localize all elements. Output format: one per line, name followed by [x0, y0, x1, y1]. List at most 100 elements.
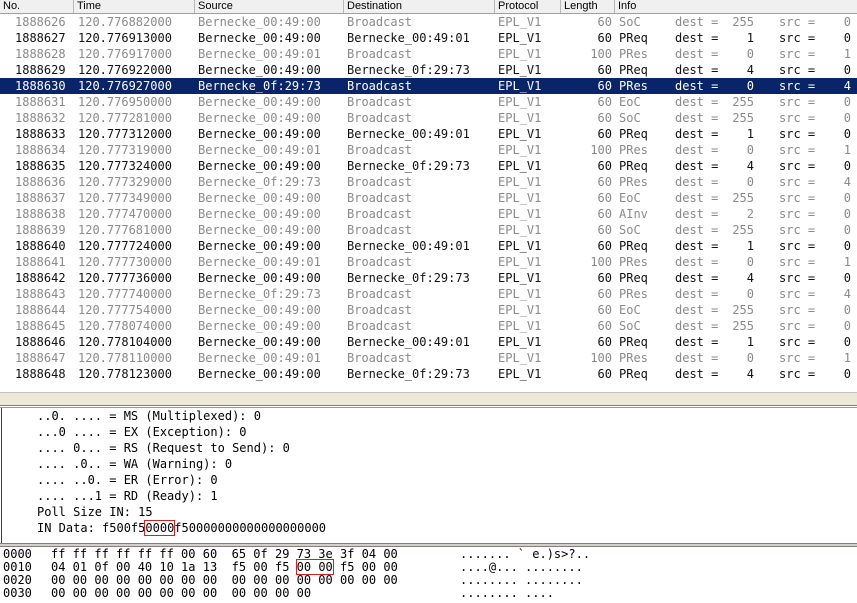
packet-row[interactable]: 1888634 120.777319000 Bernecke_00:49:01 Bro…: [0, 142, 857, 158]
cell-source: Bernecke_00:49:01: [198, 255, 321, 269]
detail-line[interactable]: ...0 .... = EX (Exception): 0: [37, 424, 247, 440]
cell-info-src-label: src =: [779, 79, 816, 93]
cell-protocol: EPL_V1: [498, 175, 542, 189]
detail-line[interactable]: .... 0... = RS (Request to Send): 0: [37, 440, 290, 456]
packet-row[interactable]: 1888642 120.777736000 Bernecke_00:49:00 Ber…: [0, 270, 857, 286]
detail-line[interactable]: ..0. .... = MS (Multiplexed): 0: [37, 408, 261, 424]
cell-destination: Broadcast: [347, 95, 413, 109]
cell-info-dest-label: dest =: [675, 335, 719, 349]
packet-bytes-pane[interactable]: 0000 ff ff ff ff ff ff 00 60 65 0f 29 73 …: [0, 547, 857, 603]
packet-row[interactable]: 1888627 120.776913000 Bernecke_00:49:00 Ber…: [0, 30, 857, 46]
column-header-time[interactable]: Time: [74, 0, 195, 13]
cell-length: 60: [597, 31, 612, 45]
cell-source: Bernecke_00:49:00: [198, 127, 321, 141]
cell-info-src-label: src =: [779, 207, 816, 221]
cell-info-src-value: 4: [843, 175, 851, 189]
packet-row[interactable]: 1888626 120.776882000 Bernecke_00:49:00 Bro…: [0, 14, 857, 30]
column-header-destination[interactable]: Destination: [344, 0, 495, 13]
cell-info-dest-value: 1: [746, 127, 754, 141]
cell-length: 100: [590, 47, 612, 61]
column-header-protocol[interactable]: Protocol: [495, 0, 561, 13]
packet-row[interactable]: 1888644 120.777754000 Bernecke_00:49:00 Bro…: [0, 302, 857, 318]
cell-info-src-value: 0: [843, 335, 851, 349]
cell-info-src-label: src =: [779, 63, 816, 77]
cell-protocol: EPL_V1: [498, 63, 542, 77]
cell-info-dest-label: dest =: [675, 143, 719, 157]
cell-no: 1888629: [15, 63, 66, 77]
packet-details-pane[interactable]: ..0. .... = MS (Multiplexed): 0 ...0 ....…: [0, 407, 857, 544]
cell-info-type: EoC: [619, 191, 641, 205]
cell-info-dest-value: 0: [746, 79, 754, 93]
cell-source: Bernecke_00:49:00: [198, 239, 321, 253]
packet-row[interactable]: 1888646 120.778104000 Bernecke_00:49:00 Ber…: [0, 334, 857, 350]
packet-row[interactable]: 1888647 120.778110000 Bernecke_00:49:01 Bro…: [0, 350, 857, 366]
hex-ascii: ........ ....: [460, 586, 554, 600]
cell-destination: Broadcast: [347, 191, 413, 205]
packet-row[interactable]: 1888641 120.777730000 Bernecke_00:49:01 Bro…: [0, 254, 857, 270]
cell-info-src-label: src =: [779, 47, 816, 61]
cell-protocol: EPL_V1: [498, 367, 542, 381]
packet-row[interactable]: 1888638 120.777470000 Bernecke_00:49:00 Bro…: [0, 206, 857, 222]
detail-line[interactable]: .... ...1 = RD (Ready): 1: [37, 488, 218, 504]
cell-no: 1888628: [15, 47, 66, 61]
cell-info-type: PReq: [619, 239, 648, 253]
cell-time: 120.777329000: [78, 175, 172, 189]
cell-info-src-label: src =: [779, 287, 816, 301]
column-header-source[interactable]: Source: [195, 0, 344, 13]
cell-source: Bernecke_00:49:00: [198, 63, 321, 77]
packet-list[interactable]: 1888626 120.776882000 Bernecke_00:49:00 Bro…: [0, 14, 857, 392]
detail-line-in-data[interactable]: IN Data: f500f50000f50000000000000000000: [37, 520, 326, 536]
cell-protocol: EPL_V1: [498, 287, 542, 301]
cell-protocol: EPL_V1: [498, 303, 542, 317]
packet-row[interactable]: 1888637 120.777349000 Bernecke_00:49:00 Bro…: [0, 190, 857, 206]
detail-line[interactable]: Poll Size IN: 15: [37, 504, 153, 520]
cell-length: 60: [597, 191, 612, 205]
cell-info-src-label: src =: [779, 31, 816, 45]
cell-info-dest-label: dest =: [675, 255, 719, 269]
packet-row[interactable]: 1888633 120.777312000 Bernecke_00:49:00 Ber…: [0, 126, 857, 142]
cell-destination: Broadcast: [347, 303, 413, 317]
packet-row[interactable]: 1888636 120.777329000 Bernecke_0f:29:73 Bro…: [0, 174, 857, 190]
cell-no: 1888648: [15, 367, 66, 381]
cell-no: 1888644: [15, 303, 66, 317]
packet-row[interactable]: 1888648 120.778123000 Bernecke_00:49:00 Ber…: [0, 366, 857, 382]
tree-guide-line: [1, 408, 2, 544]
packet-row[interactable]: 1888645 120.778074000 Bernecke_00:49:00 Bro…: [0, 318, 857, 334]
column-header-no[interactable]: No.: [0, 0, 74, 13]
cell-info-src-label: src =: [779, 175, 816, 189]
cell-time: 120.778110000: [78, 351, 172, 365]
packet-row[interactable]: 1888631 120.776950000 Bernecke_00:49:00 Bro…: [0, 94, 857, 110]
packet-row[interactable]: 1888640 120.777724000 Bernecke_00:49:00 Ber…: [0, 238, 857, 254]
in-data-label: IN Data:: [37, 521, 103, 535]
column-header-length[interactable]: Length: [561, 0, 615, 13]
cell-info-dest-value: 255: [732, 303, 754, 317]
packet-row[interactable]: 1888635 120.777324000 Bernecke_00:49:00 Ber…: [0, 158, 857, 174]
cell-info-dest-label: dest =: [675, 31, 719, 45]
packet-row[interactable]: 1888628 120.776917000 Bernecke_00:49:01 Bro…: [0, 46, 857, 62]
detail-line[interactable]: .... ..0. = ER (Error): 0: [37, 472, 218, 488]
in-data-highlight: 0000: [144, 520, 176, 536]
cell-info-src-value: 0: [843, 303, 851, 317]
cell-info-dest-value: 0: [746, 47, 754, 61]
cell-destination: Broadcast: [347, 287, 413, 301]
cell-info-dest-label: dest =: [675, 95, 719, 109]
horizontal-scrollbar[interactable]: [0, 392, 857, 406]
packet-row[interactable]: 1888629 120.776922000 Bernecke_00:49:00 Ber…: [0, 62, 857, 78]
hex-bytes: 00 00 00 00 00 00 00 00 00 00 00 00: [51, 587, 311, 600]
packet-row[interactable]: 1888643 120.777740000 Bernecke_0f:29:73 Bro…: [0, 286, 857, 302]
cell-protocol: EPL_V1: [498, 47, 542, 61]
packet-row[interactable]: 1888632 120.777281000 Bernecke_00:49:00 Bro…: [0, 110, 857, 126]
cell-source: Bernecke_00:49:00: [198, 95, 321, 109]
cell-no: 1888640: [15, 239, 66, 253]
cell-info-src-label: src =: [779, 239, 816, 253]
cell-info-dest-value: 255: [732, 319, 754, 333]
packet-row-selected[interactable]: 1888630 120.776927000 Bernecke_0f:29:73 Bro…: [0, 78, 857, 94]
cell-info-src-value: 1: [843, 351, 851, 365]
cell-info-src-value: 0: [843, 31, 851, 45]
cell-length: 100: [590, 351, 612, 365]
packet-row[interactable]: 1888639 120.777681000 Bernecke_00:49:00 Bro…: [0, 222, 857, 238]
detail-line[interactable]: .... .0.. = WA (Warning): 0: [37, 456, 232, 472]
cell-protocol: EPL_V1: [498, 271, 542, 285]
column-header-info[interactable]: Info: [615, 0, 857, 13]
cell-source: Bernecke_00:49:00: [198, 335, 321, 349]
